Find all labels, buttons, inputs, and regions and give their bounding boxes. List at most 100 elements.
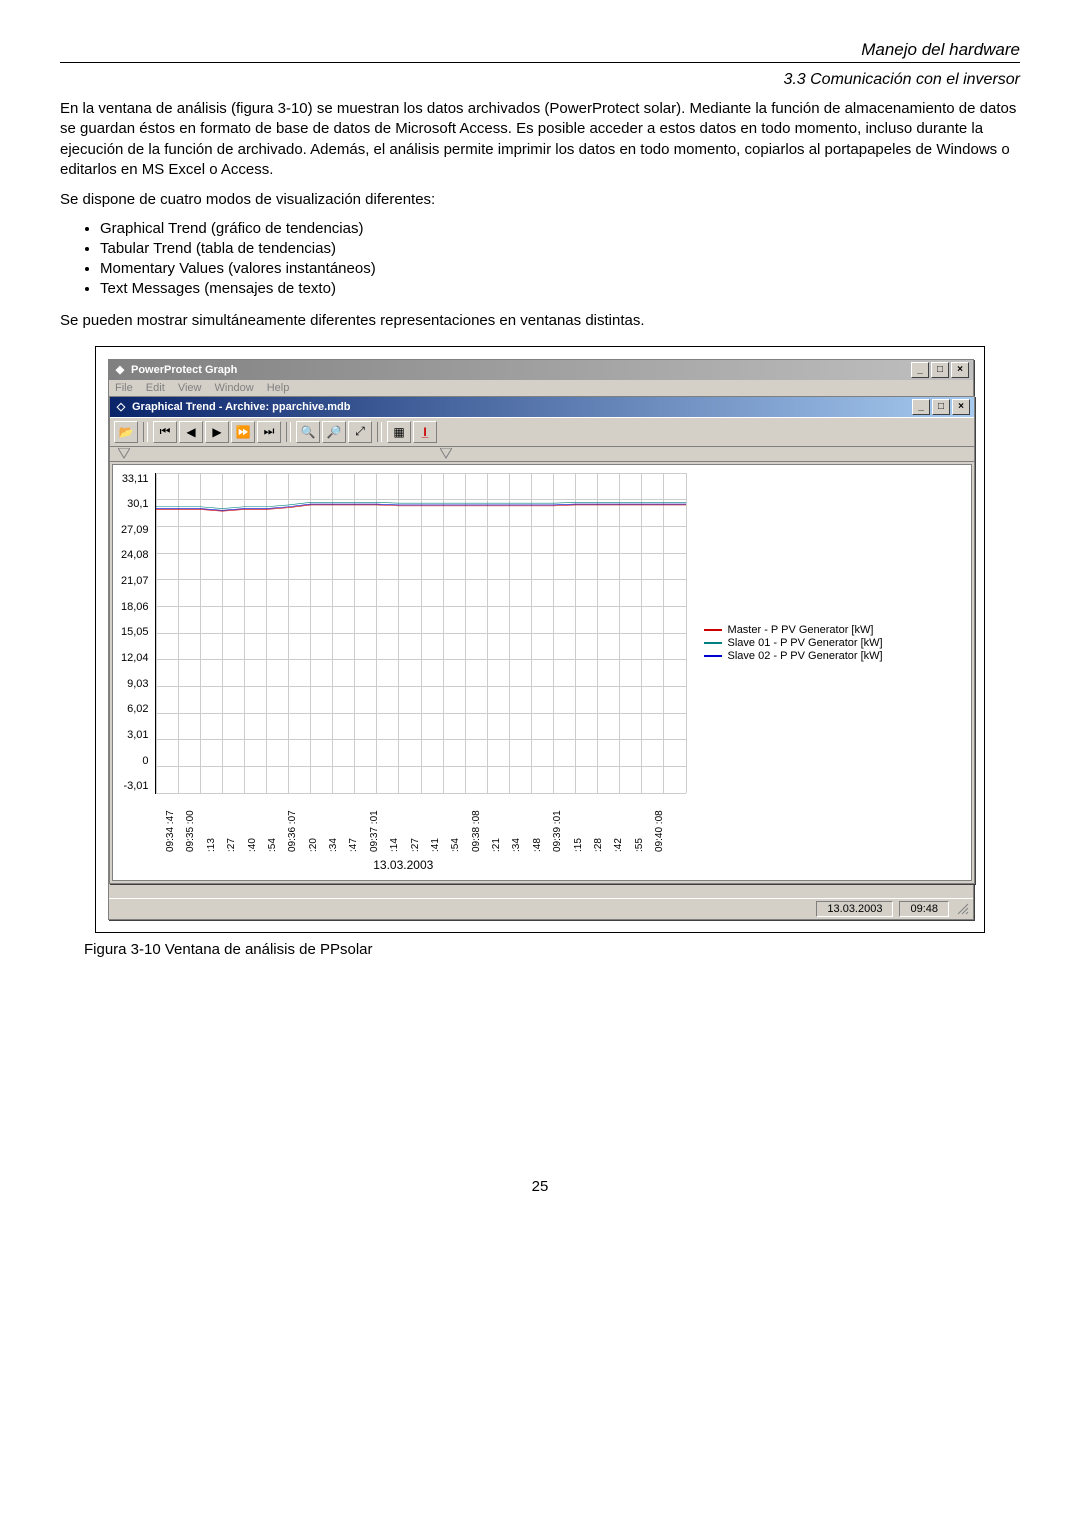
legend-item: Slave 02 - P PV Generator [kW]	[704, 650, 883, 662]
ruler-start-marker[interactable]	[118, 448, 130, 460]
inner-window: ◇ Graphical Trend - Archive: pparchive.m…	[109, 396, 975, 884]
list-item: Graphical Trend (gráfico de tendencias)	[100, 220, 1020, 237]
legend-swatch	[704, 642, 722, 644]
zoom-in-icon: 🔍	[301, 425, 316, 439]
inner-close-button[interactable]: ×	[952, 399, 970, 415]
list-item: Momentary Values (valores instantáneos)	[100, 260, 1020, 277]
y-axis-labels: 33,1130,127,0924,0821,0718,0615,0512,049…	[121, 473, 155, 793]
menu-edit[interactable]: Edit	[146, 382, 165, 394]
outer-window-title: PowerProtect Graph	[131, 364, 911, 376]
menu-bar[interactable]: File Edit View Window Help	[109, 380, 973, 396]
legend-item: Master - P PV Generator [kW]	[704, 624, 883, 636]
x-tick-label: :15	[573, 794, 593, 854]
zoom-fit-icon: ⤢	[355, 424, 365, 439]
chart-area: 33,1130,127,0924,0821,0718,0615,0512,049…	[112, 464, 972, 881]
x-tick-label: 09:35 :00	[185, 794, 205, 854]
prev-record-button[interactable]: ◀	[179, 421, 203, 443]
document-icon: ◇	[114, 400, 128, 414]
x-tick-label: :34	[328, 794, 348, 854]
y-tick-label: 33,11	[121, 473, 149, 485]
x-tick-label: :21	[491, 794, 511, 854]
x-tick-label: :28	[593, 794, 613, 854]
toolbar-separator	[286, 422, 291, 442]
zoom-in-button[interactable]: 🔍	[296, 421, 320, 443]
play-button[interactable]: ▶	[205, 421, 229, 443]
legend-swatch	[704, 629, 722, 631]
zoom-out-icon: 🔎	[327, 425, 342, 439]
close-button[interactable]: ×	[951, 362, 969, 378]
x-tick-label: :34	[511, 794, 531, 854]
x-tick-label: :42	[613, 794, 633, 854]
list-item: Text Messages (mensajes de texto)	[100, 280, 1020, 297]
y-tick-label: 12,04	[121, 652, 149, 664]
next-record-button[interactable]: ⏩	[231, 421, 255, 443]
config-button[interactable]: I̲	[413, 421, 437, 443]
x-axis-labels: 09:34 :4709:35 :00:13:27:40:5409:36 :07:…	[165, 794, 674, 854]
y-tick-label: 18,06	[121, 601, 149, 613]
x-tick-label: :27	[226, 794, 246, 854]
menu-file[interactable]: File	[115, 382, 133, 394]
y-tick-label: 3,01	[121, 729, 149, 741]
x-tick-label: :20	[308, 794, 328, 854]
menu-window[interactable]: Window	[215, 382, 254, 394]
outer-titlebar[interactable]: ◆ PowerProtect Graph _ □ ×	[109, 360, 973, 380]
zoom-fit-button[interactable]: ⤢	[348, 421, 372, 443]
modes-intro: Se dispone de cuatro modos de visualizac…	[60, 190, 1020, 210]
next-icon: ⏩	[236, 425, 251, 439]
x-tick-label: :47	[348, 794, 368, 854]
list-item: Tabular Trend (tabla de tendencias)	[100, 240, 1020, 257]
y-tick-label: 24,08	[121, 549, 149, 561]
open-button[interactable]: 📂	[114, 421, 138, 443]
grid-button[interactable]: ▦	[387, 421, 411, 443]
x-tick-label: :55	[634, 794, 654, 854]
menu-help[interactable]: Help	[267, 382, 290, 394]
page-header-2: 3.3 Comunicación con el inversor	[60, 71, 1020, 89]
x-tick-label: 09:37 :01	[369, 794, 389, 854]
inner-minimize-button[interactable]: _	[912, 399, 930, 415]
figure-container: ◆ PowerProtect Graph _ □ × File Edit Vie…	[95, 346, 985, 933]
plot-canvas	[155, 473, 686, 794]
x-tick-label: :14	[389, 794, 409, 854]
grid-icon: ▦	[393, 425, 404, 439]
first-record-button[interactable]: ⏮	[153, 421, 177, 443]
x-tick-label: :41	[430, 794, 450, 854]
x-axis-date: 13.03.2003	[121, 858, 686, 872]
page-number: 25	[60, 1178, 1020, 1195]
y-tick-label: 15,05	[121, 626, 149, 638]
x-tick-label: :54	[267, 794, 287, 854]
inner-maximize-button[interactable]: □	[932, 399, 950, 415]
maximize-button[interactable]: □	[931, 362, 949, 378]
x-tick-label: :40	[247, 794, 267, 854]
play-icon: ▶	[212, 425, 221, 439]
first-icon: ⏮	[160, 424, 171, 439]
resize-grip-icon[interactable]	[955, 901, 969, 915]
legend-label: Slave 02 - P PV Generator [kW]	[728, 650, 883, 662]
y-tick-label: -3,01	[121, 780, 149, 792]
status-time: 09:48	[899, 901, 949, 917]
x-tick-label: 09:36 :07	[287, 794, 307, 854]
x-tick-label: :48	[532, 794, 552, 854]
status-date: 13.03.2003	[816, 901, 893, 917]
header-divider	[60, 62, 1020, 63]
simultaneous-paragraph: Se pueden mostrar simultáneamente difere…	[60, 311, 1020, 331]
zoom-out-button[interactable]: 🔎	[322, 421, 346, 443]
figure-caption: Figura 3-10 Ventana de análisis de PPsol…	[84, 941, 996, 958]
minimize-button[interactable]: _	[911, 362, 929, 378]
app-icon: ◆	[113, 363, 127, 377]
legend-item: Slave 01 - P PV Generator [kW]	[704, 637, 883, 649]
x-tick-label: 09:38 :08	[471, 794, 491, 854]
y-tick-label: 21,07	[121, 575, 149, 587]
menu-view[interactable]: View	[178, 382, 202, 394]
toolbar: 📂 ⏮ ◀ ▶ ⏩ ⏭ 🔍 🔎 ⤢ ▦ I̲	[110, 417, 974, 447]
y-tick-label: 6,02	[121, 703, 149, 715]
time-ruler[interactable]	[110, 447, 974, 462]
config-icon: I̲	[423, 425, 426, 439]
ruler-end-marker[interactable]	[440, 448, 452, 460]
last-record-button[interactable]: ⏭	[257, 421, 281, 443]
y-tick-label: 0	[121, 755, 149, 767]
status-bar: 13.03.2003 09:48	[109, 898, 973, 919]
x-tick-label: 09:34 :47	[165, 794, 185, 854]
inner-titlebar[interactable]: ◇ Graphical Trend - Archive: pparchive.m…	[110, 397, 974, 417]
open-icon: 📂	[119, 425, 134, 439]
legend-label: Master - P PV Generator [kW]	[728, 624, 874, 636]
